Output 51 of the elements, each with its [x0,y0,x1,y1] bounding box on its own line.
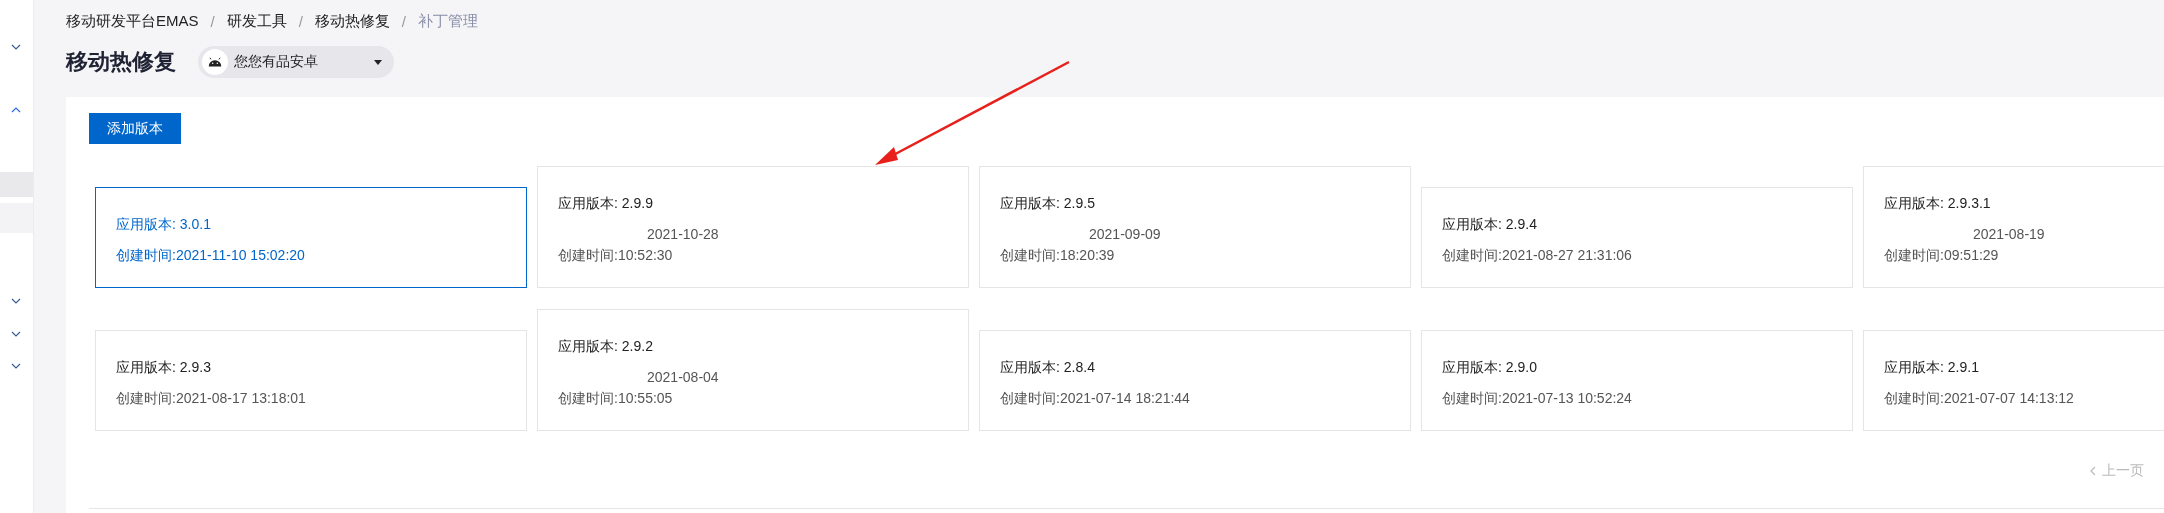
version-card[interactable]: 应用版本: 2.9.0 创建时间:2021-07-13 10:52:24 [1421,330,1853,431]
breadcrumb-separator: / [298,12,303,30]
chevron-icon[interactable] [11,331,21,337]
chevron-icon[interactable] [11,298,21,304]
version-label: 应用版本: 2.9.3 [116,358,212,377]
version-label: 应用版本: 2.9.4 [1442,215,1538,234]
chevron-icon[interactable] [11,363,21,369]
version-label: 应用版本: 2.9.5 [1000,194,1096,213]
version-card[interactable]: 应用版本: 2.9.3.1 2021-08-19 创建时间:09:51:29 [1863,166,2164,288]
created-time: 创建时间:2021-11-10 15:02:20 [116,246,306,265]
version-card[interactable]: 应用版本: 2.8.4 创建时间:2021-07-14 18:21:44 [979,330,1411,431]
app-selector[interactable]: 您您有品安卓 [198,46,394,78]
add-version-button[interactable]: 添加版本 [89,113,181,144]
version-card[interactable]: 应用版本: 3.0.1 创建时间:2021-11-10 15:02:20 [95,187,527,288]
breadcrumb-link[interactable]: 研发工具 [226,11,287,31]
chevron-icon[interactable] [11,44,21,50]
created-time: 创建时间:2021-07-07 14:13:12 [1884,389,2075,408]
chevron-left-icon [2090,466,2096,476]
version-card[interactable]: 应用版本: 2.9.4 创建时间:2021-08-27 21:31:06 [1421,187,1853,288]
breadcrumb-separator: / [401,12,407,30]
version-label: 应用版本: 2.9.3.1 [1884,194,1992,213]
created-time: 创建时间:09:51:29 [1884,246,2000,265]
breadcrumb-separator: / [210,12,215,30]
android-icon [207,56,223,68]
version-label: 应用版本: 2.9.2 [558,337,654,356]
version-label: 应用版本: 2.8.4 [1000,358,1096,377]
created-time: 创建时间:18:20:39 [1000,246,1116,265]
version-card[interactable]: 应用版本: 2.9.9 2021-10-28 创建时间:10:52:30 [537,166,969,288]
created-time: 创建时间:2021-08-27 21:31:06 [1442,246,1633,265]
created-time: 2021-10-28 [646,225,720,244]
version-card[interactable]: 应用版本: 2.9.3 创建时间:2021-08-17 13:18:01 [95,330,527,431]
version-label: 应用版本: 2.9.1 [1884,358,1980,377]
created-time: 2021-08-04 [646,368,720,387]
breadcrumb-link[interactable]: 移动热修复 [314,11,390,31]
version-label: 应用版本: 2.9.9 [558,194,654,213]
page-title: 移动热修复 [66,48,176,76]
created-time: 创建时间:2021-07-14 18:21:44 [1000,389,1191,408]
created-time: 创建时间:2021-07-13 10:52:24 [1442,389,1633,408]
version-label: 应用版本: 3.0.1 [116,215,212,234]
created-time: 创建时间:10:55:05 [558,389,674,408]
caret-icon [374,59,382,65]
version-card[interactable]: 应用版本: 2.9.2 2021-08-04 创建时间:10:55:05 [537,309,969,431]
chevron-icon[interactable] [11,107,21,113]
version-label: 应用版本: 2.9.0 [1442,358,1538,377]
created-time: 创建时间:10:52:30 [558,246,674,265]
version-card[interactable]: 应用版本: 2.9.5 2021-09-09 创建时间:18:20:39 [979,166,1411,288]
breadcrumb-link[interactable]: 移动研发平台EMAS [66,11,199,31]
created-time: 2021-09-09 [1088,225,1162,244]
created-time: 2021-08-19 [1972,225,2046,244]
created-time: 创建时间:2021-08-17 13:18:01 [116,389,307,408]
version-card[interactable]: 应用版本: 2.9.1 创建时间:2021-07-07 14:13:12 [1863,330,2164,431]
